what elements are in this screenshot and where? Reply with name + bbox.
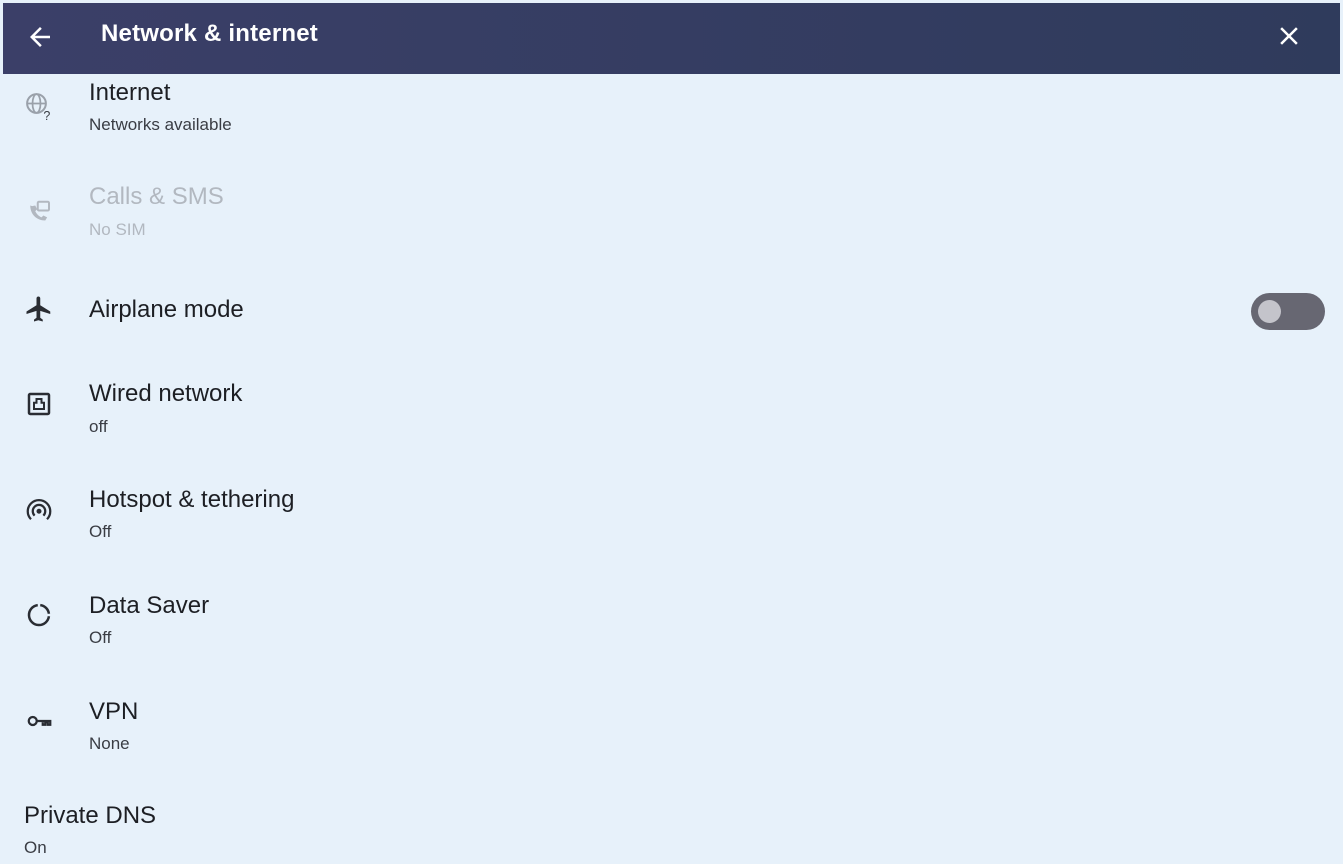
- settings-item-hotspot[interactable]: Hotspot & tethering Off: [0, 472, 1343, 578]
- settings-item-calls-sms[interactable]: Calls & SMS No SIM: [0, 178, 1343, 284]
- toggle-knob: [1258, 300, 1281, 323]
- vpn-key-icon: [27, 715, 52, 727]
- settings-item-internet[interactable]: ? Internet Networks available: [0, 74, 1343, 178]
- settings-item-title: VPN: [89, 698, 139, 725]
- settings-item-title: Private DNS: [24, 802, 157, 829]
- settings-item-title: Internet: [89, 79, 171, 106]
- settings-item-title: Hotspot & tethering: [89, 486, 295, 513]
- settings-item-title: Calls & SMS: [89, 183, 224, 210]
- settings-item-summary: None: [89, 734, 130, 753]
- airplane-mode-toggle[interactable]: [1251, 293, 1325, 330]
- settings-item-summary: Off: [89, 628, 112, 647]
- settings-item-summary: Networks available: [89, 115, 232, 134]
- phone-sms-icon: [30, 200, 50, 221]
- settings-item-summary: off: [89, 417, 108, 436]
- hotspot-icon: [26, 499, 52, 521]
- settings-item-title: Wired network: [89, 380, 243, 407]
- ethernet-icon: [27, 392, 51, 416]
- page-title: Network & internet: [101, 20, 318, 47]
- settings-item-summary: No SIM: [89, 220, 146, 239]
- settings-item-summary: On: [24, 838, 47, 857]
- settings-item-title: Data Saver: [89, 592, 210, 619]
- settings-list: ? Internet Networks available Calls & SM…: [0, 74, 1343, 860]
- close-icon[interactable]: [1274, 21, 1304, 51]
- settings-item-wired-network[interactable]: Wired network off: [0, 366, 1343, 472]
- globe-question-icon: ?: [26, 93, 50, 121]
- settings-item-title: Airplane mode: [89, 296, 244, 323]
- svg-text:?: ?: [43, 109, 50, 121]
- arrow-back-icon[interactable]: [25, 22, 55, 52]
- data-saver-icon: [27, 603, 51, 627]
- top-app-bar: Network & internet: [3, 3, 1340, 74]
- settings-item-summary: Off: [89, 522, 112, 541]
- settings-item-private-dns[interactable]: Private DNS On: [0, 790, 1343, 860]
- settings-item-vpn[interactable]: VPN None: [0, 684, 1343, 790]
- settings-item-data-saver[interactable]: Data Saver Off: [0, 578, 1343, 684]
- settings-item-airplane-mode[interactable]: Airplane mode: [0, 284, 1343, 366]
- airplane-icon: [26, 296, 51, 322]
